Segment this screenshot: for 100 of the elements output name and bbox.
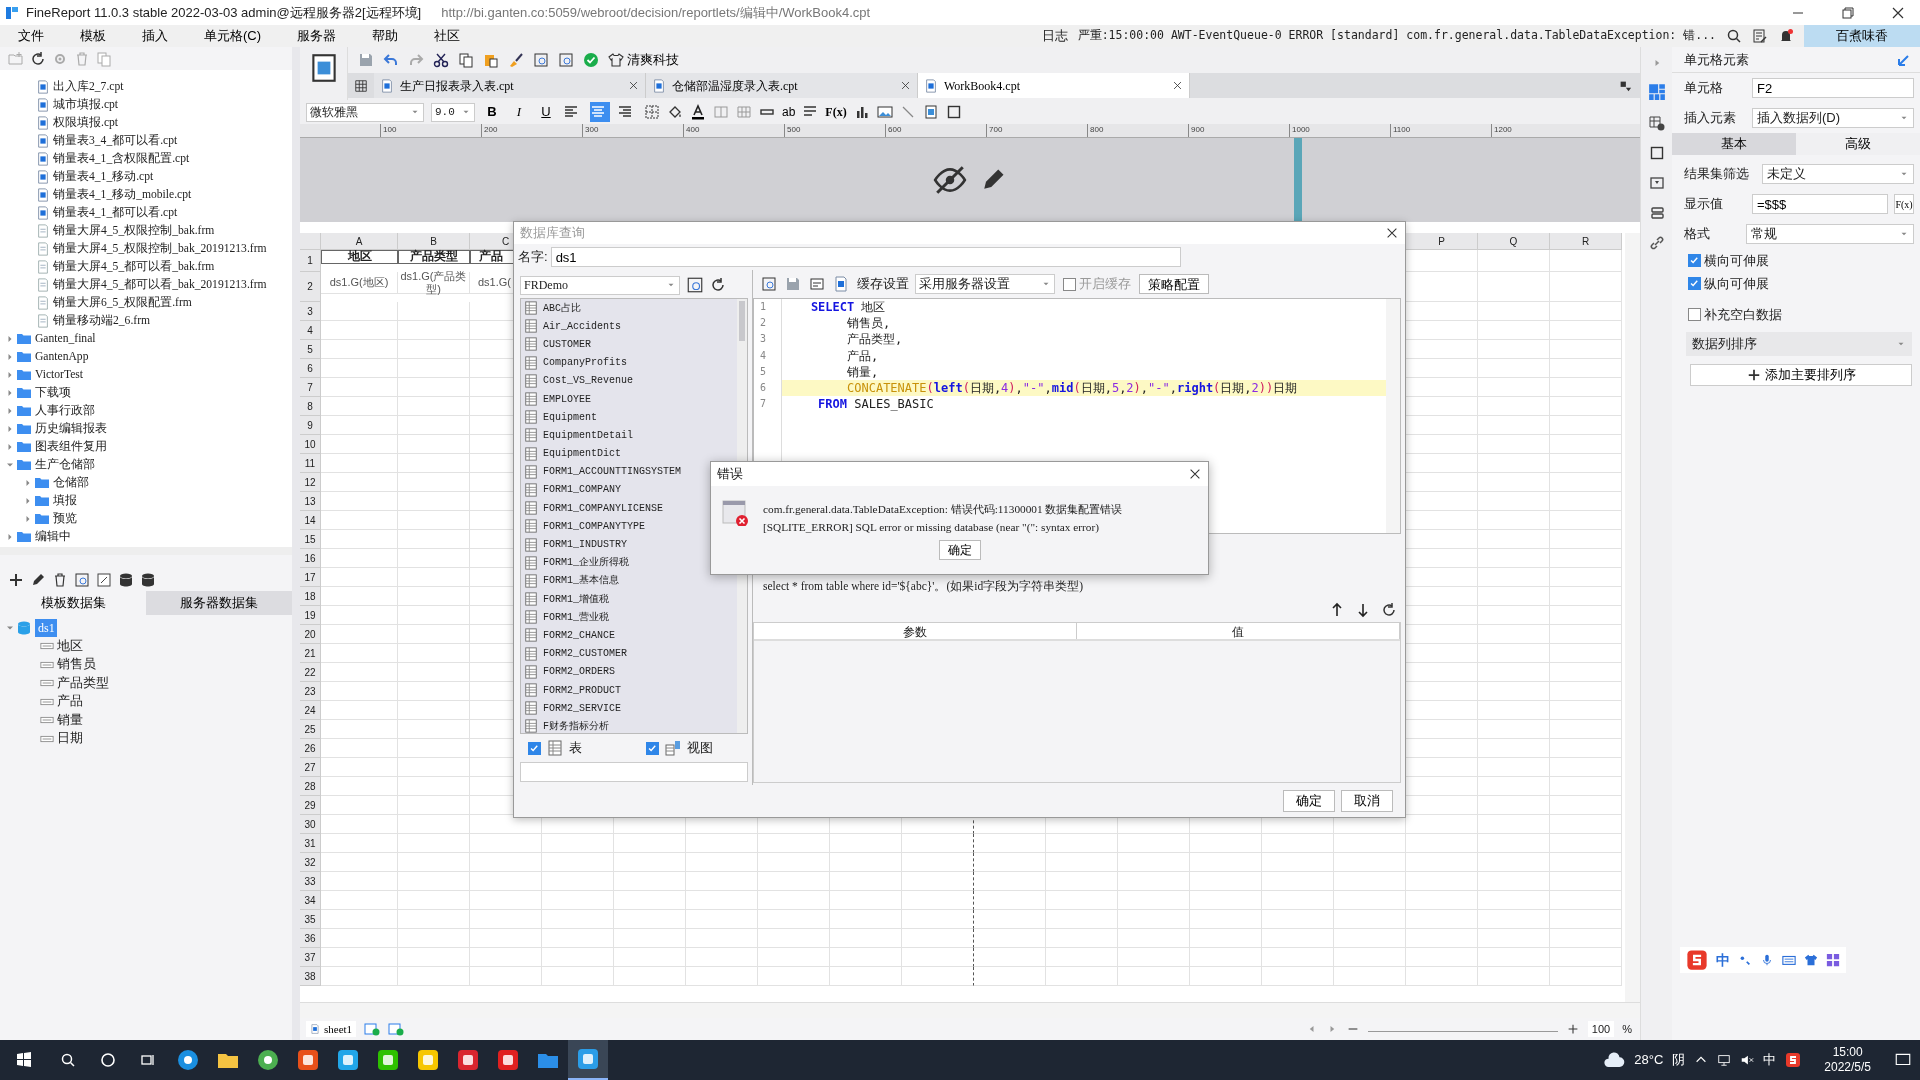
folder-name[interactable]: 人事行政部	[32, 402, 95, 420]
table-name[interactable]: FORM1_INDUSTRY	[543, 537, 627, 553]
row-header[interactable]: 23	[300, 682, 321, 701]
row-header[interactable]: 20	[300, 625, 321, 644]
preview-icon[interactable]	[558, 52, 574, 68]
bold-button[interactable]: B	[482, 102, 502, 122]
table-name[interactable]: CompanyProfits	[543, 355, 627, 371]
file-name[interactable]: 销量表3_4_都可以看.cpt	[50, 132, 178, 150]
border-icon[interactable]	[1648, 145, 1665, 161]
formula-button[interactable]: F(x)	[825, 102, 847, 122]
input-field[interactable]: F2	[1752, 78, 1914, 98]
close-icon[interactable]	[900, 80, 911, 91]
row-header[interactable]: 9	[300, 416, 321, 435]
folder-name[interactable]: 填报	[50, 492, 77, 510]
database-icon[interactable]	[118, 571, 134, 588]
column-header[interactable]: R	[1550, 233, 1622, 250]
panel-tab[interactable]: 高级	[1796, 133, 1920, 155]
scrollbar-thumb[interactable]	[739, 301, 745, 341]
column-header[interactable]: A	[321, 233, 398, 250]
table-name[interactable]: EquipmentDetail	[543, 427, 633, 443]
cell-element-icon[interactable]	[1647, 83, 1666, 101]
restore-button[interactable]	[1840, 4, 1856, 21]
log-label[interactable]: 日志	[1041, 26, 1068, 46]
template-tab[interactable]: 仓储部温湿度录入表.cpt	[646, 73, 918, 98]
row-header[interactable]: 11	[300, 454, 321, 473]
preview-icon[interactable]	[761, 276, 777, 292]
table-name[interactable]: FORM2_PRODUCT	[543, 682, 621, 698]
close-icon[interactable]	[1172, 80, 1183, 91]
edit-icon[interactable]	[30, 571, 46, 588]
user-button[interactable]: 百煮味香	[1804, 25, 1920, 47]
text-tool-button[interactable]: ab	[782, 102, 796, 122]
font-color-icon[interactable]	[690, 104, 706, 120]
split-icon[interactable]	[736, 104, 752, 120]
row-header[interactable]: 30	[300, 815, 321, 834]
file-name[interactable]: 销量表4_1_移动.cpt	[50, 168, 154, 186]
hidden-eye-icon[interactable]	[933, 163, 967, 197]
row-header[interactable]: 22	[300, 663, 321, 682]
file-name[interactable]: 销量表4_1_移动_mobile.cpt	[50, 186, 192, 204]
row-header[interactable]: 16	[300, 549, 321, 568]
folder-name[interactable]: 生产仓储部	[32, 456, 95, 474]
search-field[interactable]	[520, 762, 748, 782]
table-cell[interactable]	[902, 891, 974, 910]
image-icon[interactable]	[876, 104, 893, 120]
file-name[interactable]: 销量大屏6_5_权限配置.frm	[50, 294, 192, 312]
table-cell[interactable]	[902, 853, 974, 872]
database-icon[interactable]	[140, 571, 156, 588]
table-name[interactable]: FORM1_COMPANYLICENSE	[543, 500, 664, 516]
row-header[interactable]: 29	[300, 796, 321, 815]
file-name[interactable]: 销量移动端2_6.frm	[50, 312, 151, 330]
ok-button[interactable]: 确定	[938, 540, 981, 560]
field-name[interactable]: 地区	[54, 636, 83, 656]
table-cell[interactable]	[902, 872, 974, 891]
row-header[interactable]: 33	[300, 872, 321, 891]
table-name[interactable]: FORM2_CUSTOMER	[543, 646, 627, 662]
menu-item[interactable]: 单元格(C)	[186, 26, 280, 46]
row-header[interactable]: 2	[300, 272, 321, 302]
close-button[interactable]	[1385, 226, 1399, 240]
add-sheet-icon[interactable]	[388, 1021, 405, 1037]
save-icon[interactable]	[358, 52, 374, 68]
table-name[interactable]: EMPLOYEE	[543, 391, 591, 407]
preview-icon[interactable]	[533, 52, 549, 68]
ime-logo-icon[interactable]	[1686, 949, 1708, 971]
move-down-icon[interactable]	[1355, 602, 1371, 618]
file-name[interactable]: 城市填报.cpt	[50, 96, 119, 114]
row-header[interactable]: 14	[300, 511, 321, 530]
dialog-button[interactable]: 确定	[1283, 790, 1335, 812]
select-field[interactable]: 未定义	[1762, 164, 1914, 184]
menu-item[interactable]: 服务器	[279, 26, 355, 46]
checkbox[interactable]	[1688, 277, 1701, 290]
folder-name[interactable]: 图表组件复用	[32, 438, 107, 456]
checkbox-label[interactable]: 视图	[687, 738, 713, 758]
row-header[interactable]: 36	[300, 929, 321, 948]
grid-icon[interactable]	[354, 78, 368, 93]
sheet-tab[interactable]: sheet1	[306, 1020, 357, 1038]
notes-icon[interactable]	[1752, 28, 1768, 44]
row-header[interactable]: 35	[300, 910, 321, 929]
row-header[interactable]: 13	[300, 492, 321, 511]
field-name[interactable]: 产品类型	[54, 673, 109, 693]
sql-icon[interactable]	[809, 276, 825, 292]
table-name[interactable]: FORM1_企业所得税	[543, 555, 629, 571]
dataset-tab[interactable]: 服务器数据集	[146, 591, 292, 615]
new-folder-icon[interactable]	[8, 50, 24, 67]
border-icon[interactable]	[945, 104, 962, 120]
table-name[interactable]: FORM1_基本信息	[543, 573, 619, 589]
row-header[interactable]: 32	[300, 853, 321, 872]
table-name[interactable]: Air_Accidents	[543, 318, 621, 334]
table-name[interactable]: FORM1_ACCOUNTTINGSYSTEM	[543, 464, 682, 480]
name-field[interactable]: ds1	[550, 247, 1181, 267]
template-tab[interactable]: 生产日报表录入表.cpt	[374, 73, 646, 98]
template-tab[interactable]: WorkBook4.cpt	[918, 73, 1190, 98]
ime-icon[interactable]	[1785, 1052, 1802, 1068]
column-header[interactable]: Q	[1478, 233, 1550, 250]
dataset-tab[interactable]: 模板数据集	[0, 591, 146, 615]
menu-item[interactable]: 社区	[416, 26, 479, 46]
table-name[interactable]: FORM1_营业税	[543, 609, 609, 625]
row-header[interactable]: 1	[300, 250, 321, 272]
row-header[interactable]: 19	[300, 606, 321, 625]
menu-item[interactable]: 插入	[124, 26, 186, 46]
file-name[interactable]: 销量表4_1_含权限配置.cpt	[50, 150, 190, 168]
field-name[interactable]: 日期	[54, 729, 83, 749]
